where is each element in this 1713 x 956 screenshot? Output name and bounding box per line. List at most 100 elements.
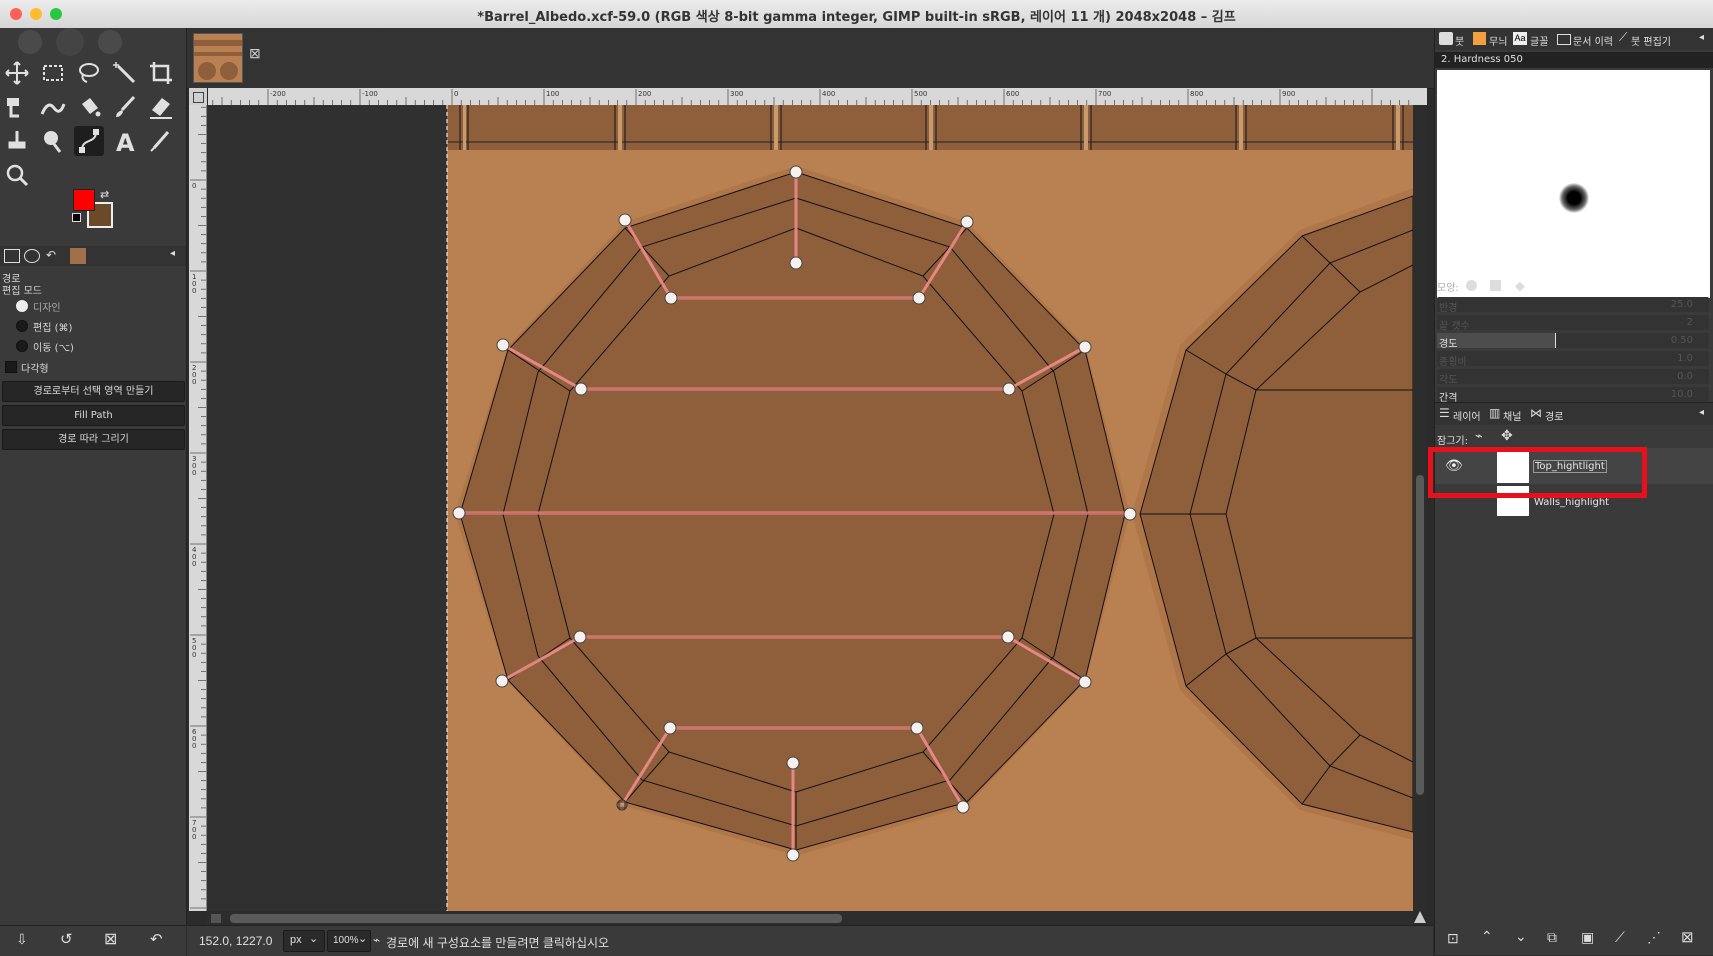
fuzzy-select-tool-icon[interactable]: [110, 58, 140, 88]
document-history-tab-icon[interactable]: [1557, 34, 1571, 45]
close-image-tab-icon[interactable]: ⊠: [249, 45, 261, 62]
warp-tool-icon[interactable]: [38, 92, 68, 122]
eraser-tool-icon[interactable]: [146, 92, 176, 122]
undo-history-tab-icon[interactable]: ↶: [46, 248, 56, 262]
polygonal-label: 다각형: [21, 364, 49, 375]
stroke-path-button[interactable]: 경로 따라 그리기: [2, 429, 185, 450]
mode-edit-radio[interactable]: [16, 320, 28, 332]
unit-select[interactable]: px ⌄: [283, 930, 325, 952]
mode-move-radio[interactable]: [16, 340, 28, 352]
slider-spikes[interactable]: 끝 갯수 2: [1437, 315, 1709, 332]
slider-spacing[interactable]: 간격 10.0: [1437, 387, 1709, 404]
path-to-selection-icon[interactable]: ▣: [1581, 929, 1594, 946]
vertical-scroll-thumb[interactable]: [1416, 475, 1424, 795]
path-name[interactable]: Walls_highlight: [1534, 497, 1609, 508]
tab-patterns[interactable]: 무늬: [1489, 33, 1507, 48]
brush-tab-icon[interactable]: [1439, 32, 1453, 45]
bucket-fill-tool-icon[interactable]: [74, 92, 104, 122]
polygonal-checkbox[interactable]: [5, 361, 17, 373]
horizontal-ruler[interactable]: -200 -100 0 100 200 300 400 500 600 700 800 900: [208, 88, 1414, 106]
dock-menu-icon[interactable]: ◂: [1699, 407, 1704, 418]
lock-position-icon[interactable]: ✥: [1501, 427, 1513, 444]
lasso-tool-icon[interactable]: [74, 58, 104, 88]
square-shape-icon[interactable]: [1490, 280, 1501, 291]
tab-brush-editor[interactable]: 붓 편집기: [1631, 33, 1671, 48]
slider-angle[interactable]: 각도 0.0: [1437, 369, 1709, 386]
ruler-label: 300: [730, 90, 743, 98]
brush-editor-tab-icon[interactable]: ⟋: [1619, 30, 1627, 45]
zoom-tool-icon[interactable]: [2, 160, 32, 190]
move-tool-icon[interactable]: [2, 58, 32, 88]
swap-colors-icon[interactable]: ⇄: [100, 188, 109, 201]
ruler-label: 0: [192, 469, 196, 477]
panel-menu-icon[interactable]: ◂: [170, 248, 175, 259]
circle-shape-icon[interactable]: [1466, 280, 1477, 291]
mode-design-radio[interactable]: [16, 300, 28, 312]
tab-layers[interactable]: 레이어: [1453, 408, 1481, 423]
ruler-label: 0: [192, 742, 196, 750]
foreground-color-swatch[interactable]: [73, 189, 95, 211]
layers-tab-icon[interactable]: ☰: [1439, 406, 1450, 420]
vertical-scrollbar[interactable]: [1413, 105, 1427, 923]
selection-to-path-icon[interactable]: ⋰: [1647, 929, 1661, 946]
image-tab-thumbnail[interactable]: [193, 33, 243, 83]
horizontal-scrollbar[interactable]: [207, 911, 1413, 925]
duplicate-path-icon[interactable]: ⧉: [1547, 929, 1557, 946]
paths-tool-icon[interactable]: [74, 126, 104, 156]
navigate-icon[interactable]: [1413, 910, 1427, 924]
tool-options-tab-icon[interactable]: [4, 249, 20, 263]
font-tab-icon[interactable]: Aa: [1513, 32, 1527, 45]
zoom-follow-icon[interactable]: [1414, 88, 1427, 105]
toolbox: A ⇄ ↶ ◂ 경로 편집 모드 디자인 편집 (⌘) 이동 (⌥) 다각형 경…: [0, 28, 187, 925]
tab-channels[interactable]: 채널: [1503, 408, 1521, 423]
delete-path-icon[interactable]: ⊠: [1681, 928, 1694, 946]
vertical-ruler[interactable]: 0100200300400500600700: [189, 105, 207, 911]
reset-options-icon[interactable]: ↶: [150, 930, 163, 948]
text-tool-icon[interactable]: A: [110, 126, 140, 157]
canvas-drawing[interactable]: [207, 105, 1413, 911]
default-colors-icon[interactable]: [72, 213, 81, 222]
paint-along-path-icon[interactable]: ⟋: [1615, 929, 1625, 946]
save-options-icon[interactable]: ⇩: [16, 931, 28, 948]
raise-path-icon[interactable]: ⌃: [1481, 928, 1493, 945]
lock-path-strokes-icon[interactable]: ⌁: [1475, 428, 1483, 444]
image-canvas[interactable]: [207, 105, 1413, 911]
clone-tool-icon[interactable]: [2, 126, 32, 156]
paths-tab-icon[interactable]: ⋈: [1530, 406, 1542, 420]
slider-aspect[interactable]: 종횡비 1.0: [1437, 351, 1709, 368]
ruler-label: -200: [270, 90, 286, 98]
horizontal-scroll-thumb[interactable]: [230, 914, 842, 923]
restore-options-icon[interactable]: ↺: [60, 930, 73, 948]
crop-tool-icon[interactable]: [146, 58, 176, 88]
delete-options-icon[interactable]: ⊠: [104, 929, 117, 949]
paintbrush-tool-icon[interactable]: [110, 92, 140, 122]
tab-document-history[interactable]: 문서 이력: [1573, 33, 1613, 48]
ruler-label: 0: [192, 287, 196, 295]
device-status-tab-icon[interactable]: [24, 249, 40, 263]
tab-brushes[interactable]: 붓: [1455, 33, 1464, 48]
nav-preview-icon[interactable]: [211, 914, 221, 923]
ruler-corner-icon[interactable]: [189, 88, 207, 105]
lower-path-icon[interactable]: ⌄: [1515, 928, 1527, 945]
tab-fonts[interactable]: 글꼴: [1530, 33, 1548, 48]
selection-from-path-button[interactable]: 경로로부터 선택 영역 만들기: [2, 381, 185, 402]
edit-mode-label: 편집 모드: [2, 286, 42, 297]
color-picker-tool-icon[interactable]: [146, 126, 176, 156]
zoom-select[interactable]: 100% ⌄: [327, 930, 371, 952]
new-path-icon[interactable]: ⊡: [1447, 930, 1459, 947]
slider-hardness[interactable]: 경도 0.50: [1437, 333, 1709, 350]
channels-tab-icon[interactable]: ▥: [1489, 406, 1500, 420]
smudge-tool-icon[interactable]: [38, 126, 68, 156]
diamond-shape-icon[interactable]: ◆: [1515, 278, 1525, 294]
ruler-label: 800: [1190, 90, 1203, 98]
brush-preview[interactable]: [1437, 70, 1710, 298]
slider-value: 25.0: [1670, 299, 1693, 310]
dock-menu-icon[interactable]: ◂: [1699, 32, 1704, 43]
images-tab-icon[interactable]: [70, 248, 86, 264]
tab-paths[interactable]: 경로: [1545, 408, 1563, 423]
pattern-tab-icon[interactable]: [1473, 32, 1486, 45]
transform-tool-icon[interactable]: [2, 92, 32, 122]
fill-path-button[interactable]: Fill Path: [2, 405, 185, 426]
slider-radius[interactable]: 반경 25.0: [1437, 297, 1709, 314]
rect-select-tool-icon[interactable]: [38, 58, 68, 88]
